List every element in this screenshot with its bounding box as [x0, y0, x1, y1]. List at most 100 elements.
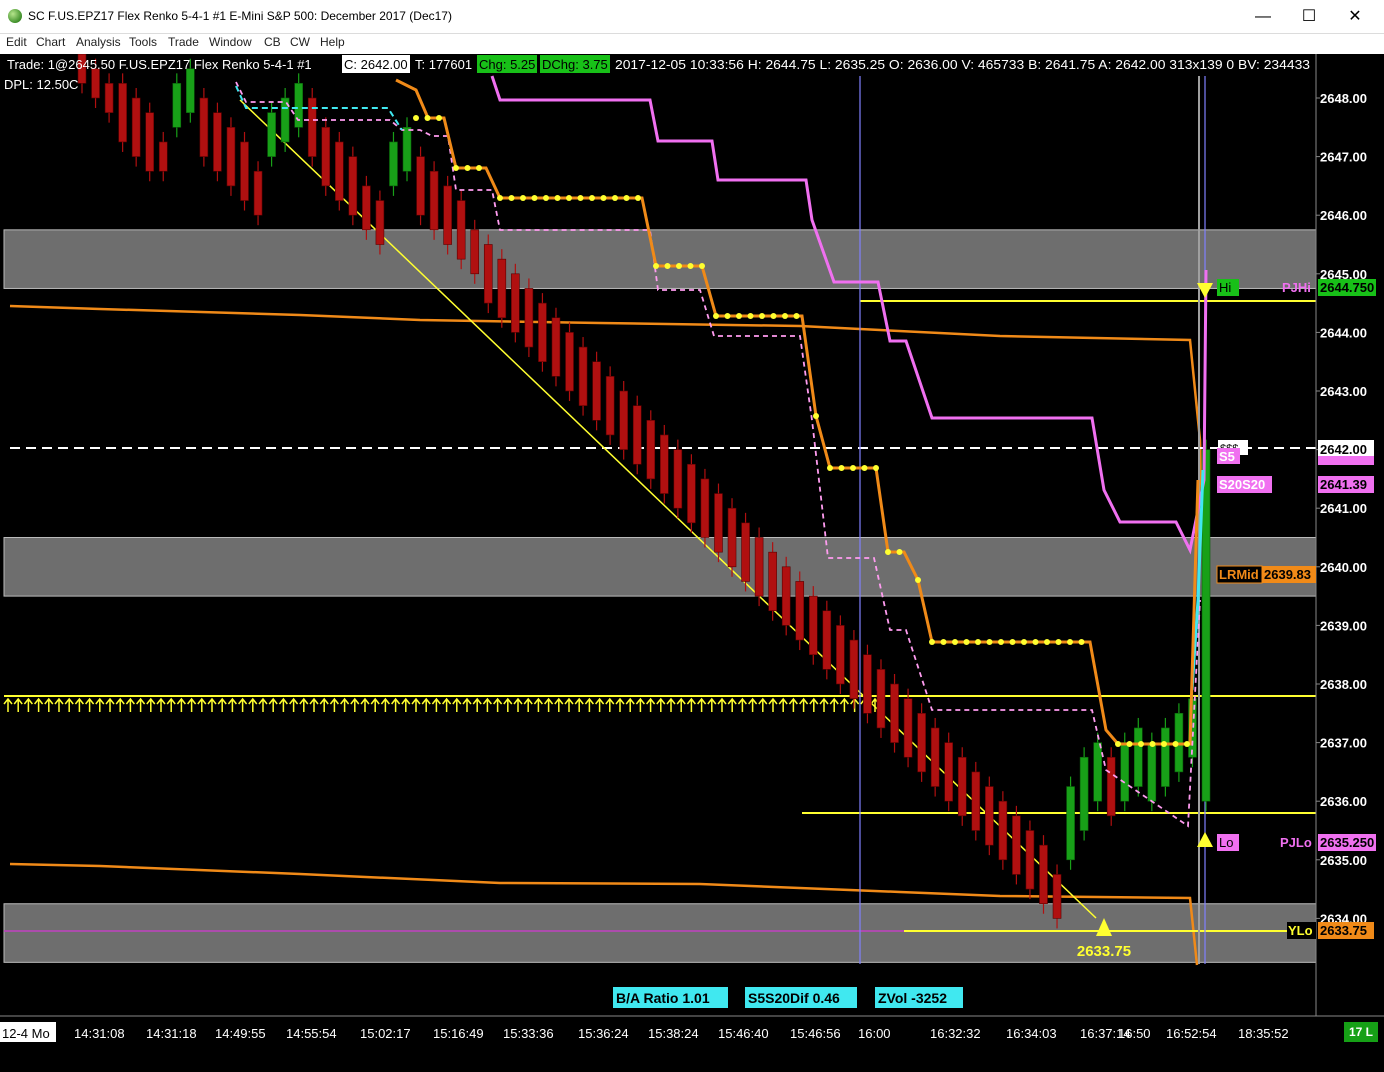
menu-help[interactable]: Help	[320, 35, 345, 49]
up-arrow-glyph	[533, 697, 543, 712]
up-arrow-glyph	[85, 697, 95, 712]
orange-dot	[566, 195, 572, 201]
up-arrow-glyph	[656, 697, 666, 712]
renko-brick	[226, 117, 236, 196]
up-arrow-glyph	[299, 697, 309, 712]
up-arrow-glyph	[166, 697, 176, 712]
renko-brick	[348, 146, 358, 226]
hi-label: Hi	[1219, 280, 1231, 295]
up-arrow-glyph	[13, 697, 23, 712]
renko-brick	[240, 131, 249, 211]
orange-dot	[850, 465, 856, 471]
orange-dot	[1021, 639, 1027, 645]
up-arrow-glyph	[564, 697, 574, 712]
brick-body	[483, 244, 493, 304]
up-arrow-glyph	[64, 697, 74, 712]
time-tick-label: 15:46:56	[790, 1026, 841, 1041]
renko-brick	[632, 395, 642, 475]
brick-body	[917, 712, 926, 773]
up-arrow-glyph	[105, 697, 115, 712]
menu-cw[interactable]: CW	[290, 35, 310, 49]
chg-value: Chg: 5.25	[479, 57, 535, 72]
renko-brick	[443, 175, 452, 255]
brick-body	[470, 229, 480, 275]
orange-dot	[1161, 741, 1167, 747]
brick-body	[538, 302, 547, 363]
renko-brick	[497, 249, 507, 328]
menu-edit[interactable]: Edit	[6, 35, 27, 49]
menu-bar: Edit Chart Analysis Tools Trade Window C…	[0, 34, 1384, 54]
close-button[interactable]: ✕	[1332, 4, 1378, 30]
brick-body	[565, 332, 574, 392]
renko-chart[interactable]: 2633.75 Trade: 1@2645.50 F.US.EPZ17 Flex…	[0, 54, 1384, 1072]
menu-window[interactable]: Window	[209, 35, 252, 49]
ticks-info: T: 177601	[415, 57, 472, 72]
renko-brick	[700, 468, 710, 548]
time-tick-label: 16:52:54	[1166, 1026, 1217, 1041]
up-arrow-glyph	[727, 697, 737, 712]
orange-dot	[531, 195, 538, 201]
renko-brick	[605, 366, 615, 445]
ba-ratio-label: B/A Ratio 1.01	[616, 990, 710, 1006]
renko-brick	[429, 161, 439, 240]
menu-tools[interactable]: Tools	[129, 35, 157, 49]
renko-brick	[280, 88, 290, 152]
up-arrow-glyph	[686, 697, 696, 712]
renko-brick	[253, 161, 263, 226]
renko-brick	[104, 73, 114, 123]
menu-chart[interactable]: Chart	[36, 35, 65, 49]
time-tick-label: 16:34:03	[1006, 1026, 1057, 1041]
minimize-button[interactable]: —	[1240, 4, 1286, 30]
price-tick-label: 2647.00	[1320, 150, 1367, 165]
up-arrow-glyph	[799, 697, 809, 712]
dpl-info: DPL: 12.50C	[4, 77, 78, 92]
brick-body	[957, 756, 967, 817]
brick-body	[158, 141, 168, 172]
renko-brick	[930, 717, 940, 797]
time-tick-label: 18:35:52	[1238, 1026, 1289, 1041]
price-tick-label: 2638.00	[1320, 677, 1367, 692]
brick-body	[1066, 786, 1075, 861]
renko-brick	[1079, 747, 1089, 841]
renko-brick	[957, 747, 967, 826]
up-arrow-glyph	[829, 697, 839, 712]
brick-body	[307, 97, 317, 157]
menu-cb[interactable]: CB	[264, 35, 281, 49]
up-arrow-glyph	[187, 697, 197, 712]
renko-brick	[822, 600, 832, 680]
brick-body	[416, 156, 425, 216]
menu-analysis[interactable]: Analysis	[76, 35, 121, 49]
price-tick-label: 2636.00	[1320, 794, 1367, 809]
renko-brick	[131, 88, 141, 167]
dchg-value: DChg: 3.75	[542, 57, 608, 72]
menu-trade[interactable]: Trade	[168, 35, 199, 49]
brick-body	[91, 68, 100, 99]
ohlc-info: 2017-12-05 10:33:56 H: 2644.75 L: 2635.2…	[615, 57, 1310, 72]
low-marker-label: 2633.75	[1077, 943, 1131, 960]
brick-body	[863, 654, 872, 714]
lrmid-label: LRMid	[1219, 567, 1259, 582]
ylo-price: 2633.75	[1320, 923, 1367, 938]
up-arrow-glyph	[544, 697, 554, 712]
orange-dot	[1055, 639, 1062, 645]
up-arrow-glyph	[452, 697, 462, 712]
renko-brick	[158, 131, 168, 182]
window-title: SC F.US.EPZ17 Flex Renko 5-4-1 #1 E-Mini…	[28, 9, 452, 23]
brick-body	[673, 449, 683, 509]
up-arrow-glyph	[248, 697, 258, 712]
brick-body	[240, 141, 249, 201]
renko-brick	[416, 146, 425, 226]
maximize-button[interactable]: ☐	[1286, 4, 1332, 30]
up-arrow-glyph	[421, 697, 431, 712]
orange-dot	[413, 115, 419, 121]
renko-brick	[863, 644, 872, 724]
renko-brick	[1133, 717, 1143, 797]
renko-brick	[199, 88, 209, 167]
orange-dot	[1149, 741, 1156, 747]
brick-body	[849, 639, 859, 699]
up-arrow-glyph	[788, 697, 798, 712]
orange-dot	[873, 465, 879, 471]
orange-dot	[861, 465, 868, 471]
brick-body	[1133, 727, 1143, 787]
brick-body	[836, 625, 845, 685]
